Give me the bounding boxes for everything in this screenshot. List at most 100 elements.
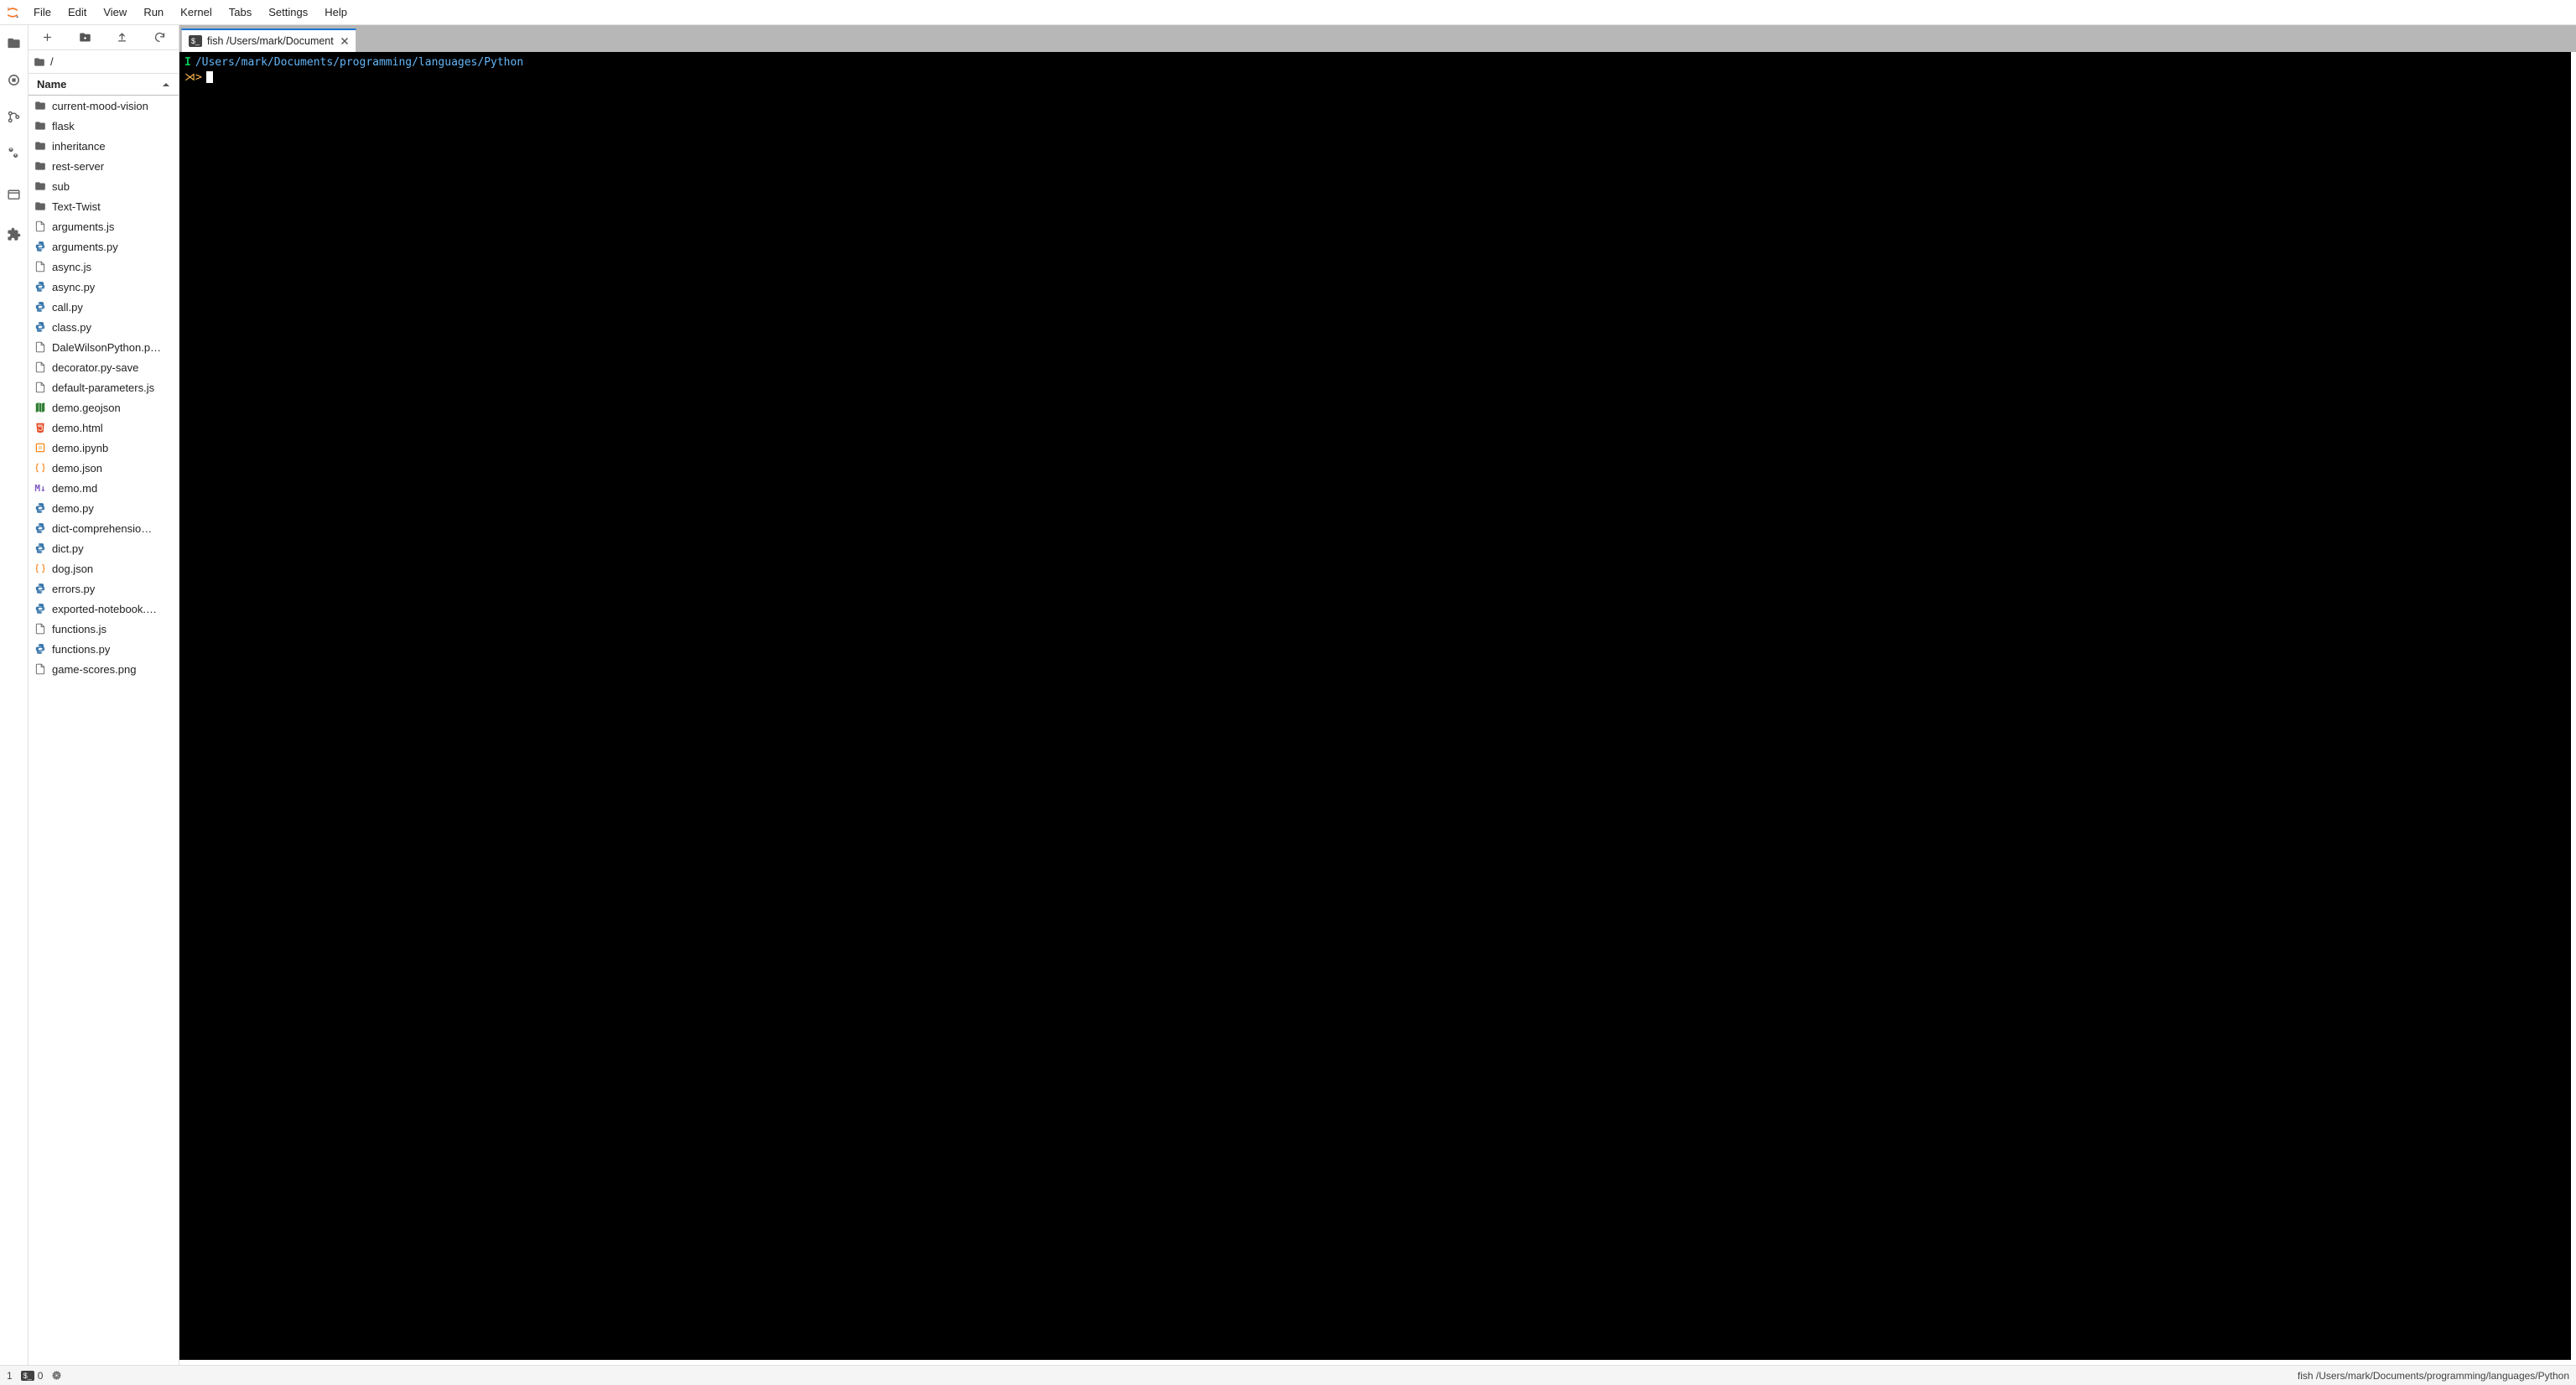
file-item-label: errors.py	[52, 583, 95, 595]
file-item[interactable]: errors.py	[29, 578, 179, 599]
file-item[interactable]: dict-comprehensio…	[29, 518, 179, 538]
terminal-cwd: /Users/mark/Documents/programming/langua…	[195, 55, 523, 70]
settings-gears-icon[interactable]	[2, 141, 27, 166]
status-right-text: fish /Users/mark/Documents/programming/l…	[2298, 1370, 2569, 1382]
file-item-label: DaleWilsonPython.p…	[52, 341, 161, 354]
file-item-label: rest-server	[52, 160, 104, 173]
status-terminals[interactable]: $_0	[21, 1370, 44, 1382]
breadcrumb-root[interactable]: /	[50, 55, 54, 68]
cpu-icon	[51, 1370, 62, 1381]
file-item[interactable]: demo.json	[29, 458, 179, 478]
status-tab-count[interactable]: 1	[7, 1370, 13, 1382]
menu-tabs[interactable]: Tabs	[221, 0, 260, 24]
file-item-label: demo.json	[52, 462, 102, 475]
tab-bar: $_ fish /Users/mark/Document	[179, 25, 2576, 52]
file-item[interactable]: dog.json	[29, 558, 179, 578]
file-item[interactable]: DaleWilsonPython.p…	[29, 337, 179, 357]
status-settings[interactable]	[51, 1370, 62, 1381]
folder-icon	[34, 159, 47, 173]
file-item[interactable]: sub	[29, 176, 179, 196]
file-item[interactable]: call.py	[29, 297, 179, 317]
file-icon	[34, 340, 47, 354]
file-item-label: dog.json	[52, 563, 93, 575]
file-item[interactable]: demo.ipynb	[29, 438, 179, 458]
file-item[interactable]: M↓demo.md	[29, 478, 179, 498]
breadcrumb[interactable]: /	[29, 50, 179, 74]
file-item[interactable]: exported-notebook.…	[29, 599, 179, 619]
tabs-icon[interactable]	[2, 181, 27, 206]
activity-bar	[0, 25, 29, 1365]
python-icon	[34, 642, 47, 656]
file-item-label: exported-notebook.…	[52, 603, 157, 615]
json-icon	[34, 461, 47, 475]
file-item[interactable]: rest-server	[29, 156, 179, 176]
html-icon	[34, 421, 47, 434]
upload-button[interactable]	[110, 25, 135, 50]
file-item[interactable]: inheritance	[29, 136, 179, 156]
filebrowser-name-header[interactable]: Name	[29, 74, 179, 96]
file-item[interactable]: async.py	[29, 277, 179, 297]
file-item-label: Text-Twist	[52, 200, 101, 213]
menu-help[interactable]: Help	[316, 0, 356, 24]
python-icon	[34, 521, 47, 535]
file-item[interactable]: async.js	[29, 257, 179, 277]
file-item-label: dict-comprehensio…	[52, 522, 152, 535]
file-item[interactable]: default-parameters.js	[29, 377, 179, 397]
notebook-icon	[34, 441, 47, 454]
file-icon	[34, 361, 47, 374]
folder-icon[interactable]	[2, 30, 27, 55]
menu-kernel[interactable]: Kernel	[172, 0, 221, 24]
terminal-mode-indicator: I	[184, 55, 191, 70]
file-item-label: demo.ipynb	[52, 442, 108, 454]
folder-icon	[34, 56, 45, 68]
menu-settings[interactable]: Settings	[260, 0, 316, 24]
file-item[interactable]: current-mood-vision	[29, 96, 179, 116]
menu-run[interactable]: Run	[135, 0, 172, 24]
file-item-label: functions.py	[52, 643, 110, 656]
sort-asc-icon	[162, 80, 170, 89]
file-item[interactable]: flask	[29, 116, 179, 136]
new-launcher-button[interactable]	[34, 25, 60, 50]
git-icon[interactable]	[2, 104, 27, 129]
file-item-label: class.py	[52, 321, 91, 334]
close-icon[interactable]	[339, 35, 351, 47]
file-item[interactable]: game-scores.png	[29, 659, 179, 679]
file-item[interactable]: arguments.py	[29, 236, 179, 257]
file-item-label: sub	[52, 180, 70, 193]
file-item-label: current-mood-vision	[52, 100, 148, 112]
python-icon	[34, 300, 47, 314]
file-item[interactable]: functions.py	[29, 639, 179, 659]
new-folder-button[interactable]	[72, 25, 97, 50]
menu-edit[interactable]: Edit	[60, 0, 95, 24]
file-item[interactable]: demo.html	[29, 418, 179, 438]
file-item[interactable]: functions.js	[29, 619, 179, 639]
file-icon	[34, 662, 47, 676]
file-item-label: default-parameters.js	[52, 381, 154, 394]
terminal-prompt: ⋊>	[184, 70, 202, 86]
file-item-label: async.js	[52, 261, 91, 273]
file-item[interactable]: class.py	[29, 317, 179, 337]
terminal[interactable]: I /Users/mark/Documents/programming/lang…	[179, 52, 2571, 1360]
file-item[interactable]: demo.py	[29, 498, 179, 518]
folder-icon	[34, 179, 47, 193]
menu-file[interactable]: File	[25, 0, 60, 24]
menu-view[interactable]: View	[95, 0, 135, 24]
work-area: $_ fish /Users/mark/Document I /Users/ma…	[179, 25, 2576, 1365]
tab-terminal[interactable]: $_ fish /Users/mark/Document	[181, 29, 356, 52]
filebrowser-toolbar	[29, 25, 179, 50]
file-icon	[34, 260, 47, 273]
terminal-icon: $_	[189, 35, 202, 47]
file-item-label: async.py	[52, 281, 95, 293]
refresh-button[interactable]	[148, 25, 173, 50]
file-item[interactable]: decorator.py-save	[29, 357, 179, 377]
file-item[interactable]: dict.py	[29, 538, 179, 558]
running-icon[interactable]	[2, 67, 27, 92]
json-icon	[34, 562, 47, 575]
file-item[interactable]: Text-Twist	[29, 196, 179, 216]
markdown-icon: M↓	[34, 481, 47, 495]
file-item[interactable]: arguments.js	[29, 216, 179, 236]
file-item-label: demo.py	[52, 502, 94, 515]
file-list: current-mood-vision flask inheritance re…	[29, 96, 179, 1365]
file-item[interactable]: demo.geojson	[29, 397, 179, 418]
extension-icon[interactable]	[2, 221, 27, 246]
